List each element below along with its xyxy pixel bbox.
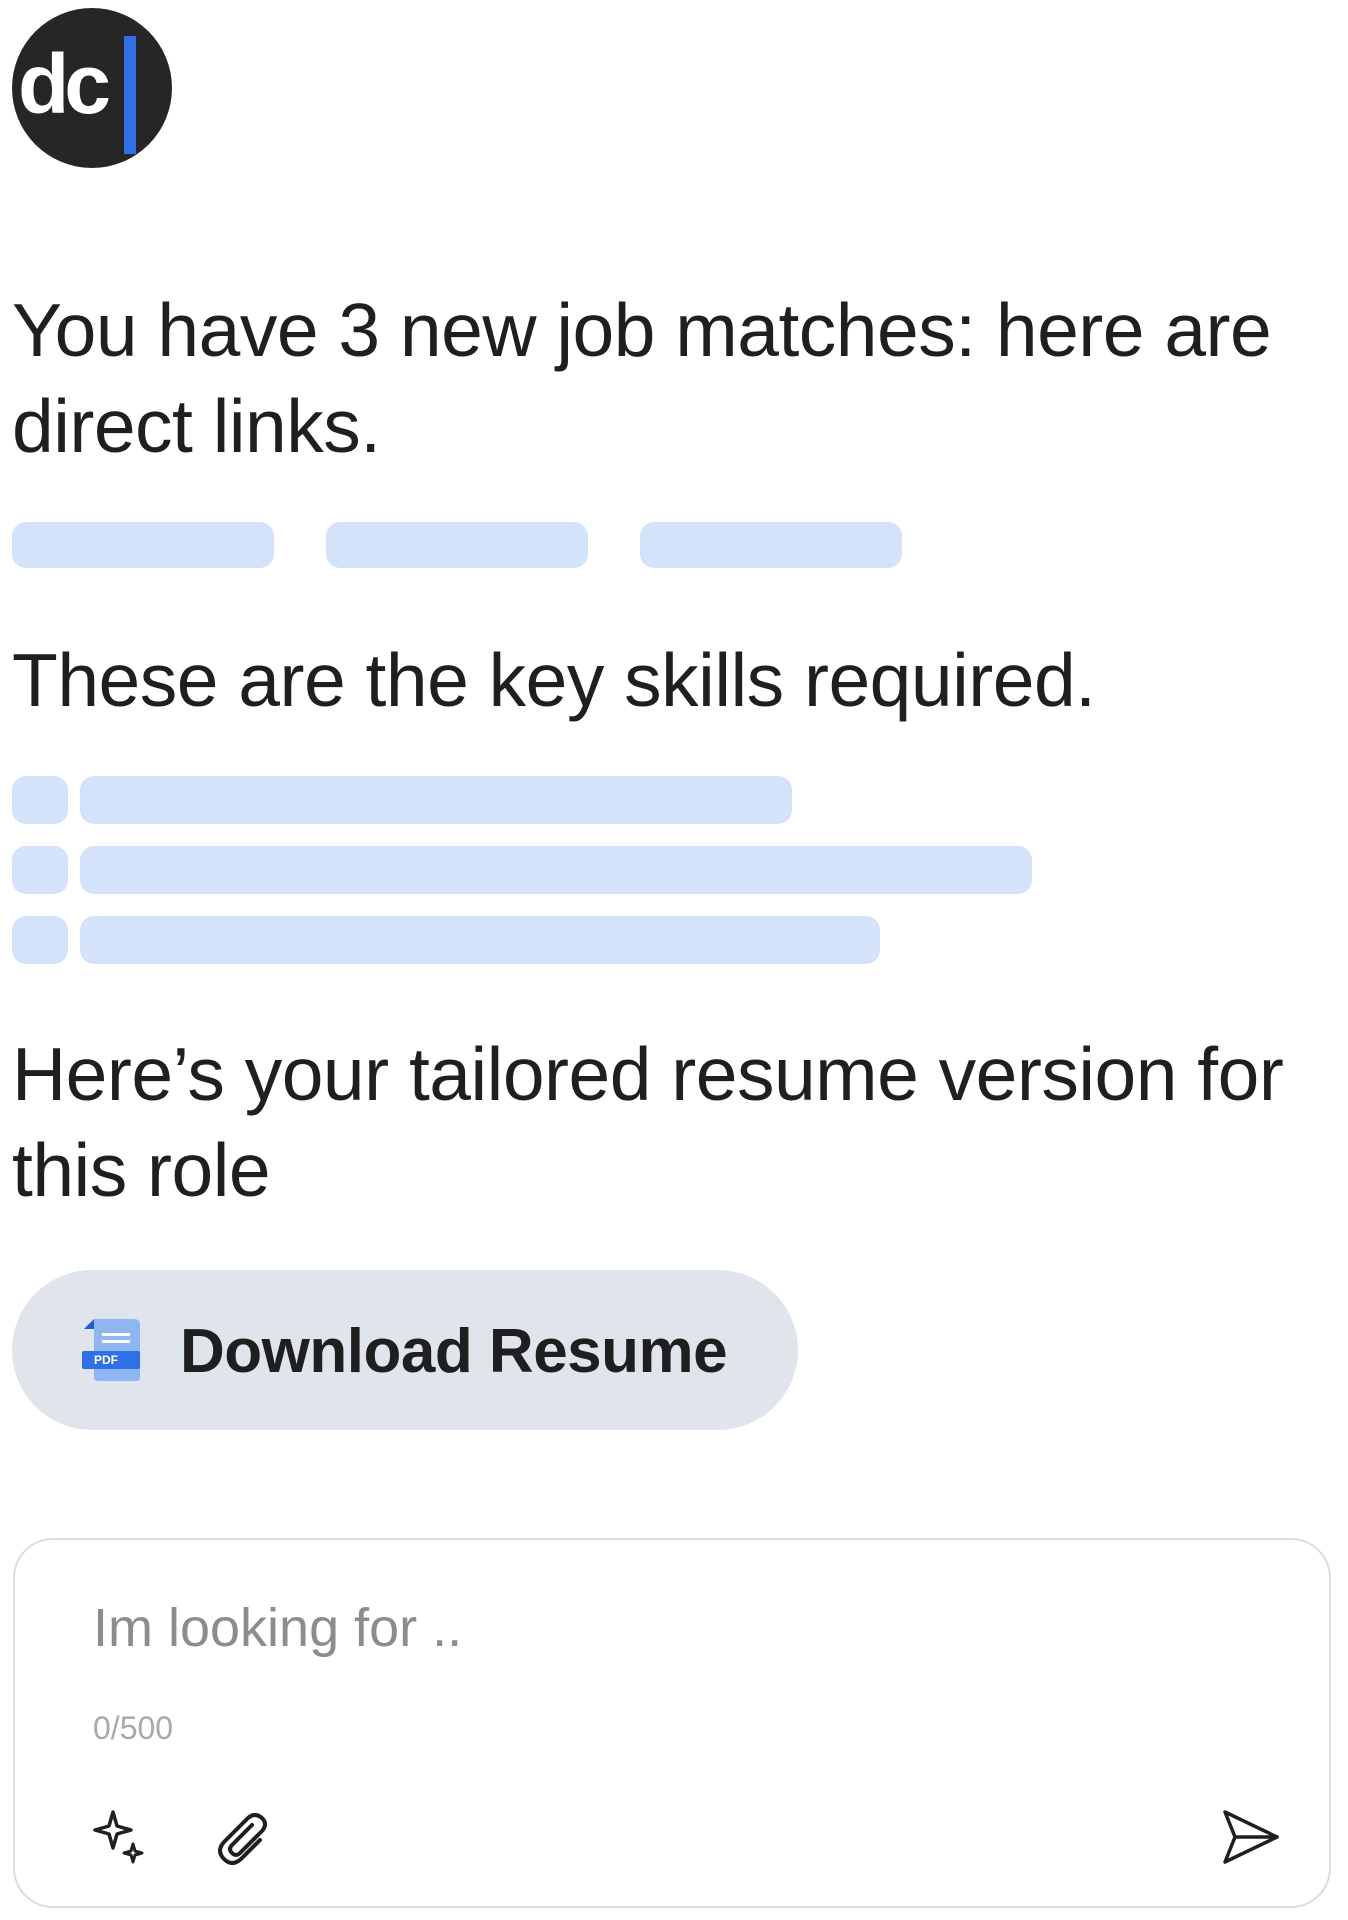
chat-input[interactable]: [93, 1588, 1253, 1668]
skill-line-placeholder: [80, 846, 1032, 894]
skill-bullet-placeholder: [12, 916, 68, 964]
skill-line-placeholder: [80, 776, 792, 824]
skill-bullet-placeholder: [12, 846, 68, 894]
character-counter: 0/500: [93, 1710, 174, 1746]
send-icon: [1223, 1810, 1279, 1864]
send-button[interactable]: [1215, 1802, 1285, 1872]
skill-bullet-placeholder: [12, 776, 68, 824]
skills-message: These are the key skills required.: [12, 638, 1096, 722]
job-matches-message: You have 3 new job matches: here are dir…: [12, 288, 1272, 468]
sparkle-icon: [93, 1810, 144, 1864]
pdf-icon-label: PDF: [94, 1353, 118, 1367]
job-link-placeholder[interactable]: [640, 522, 902, 568]
skill-line-placeholder: [80, 916, 880, 964]
chat-composer: 0/500: [13, 1538, 1331, 1908]
job-link-placeholder[interactable]: [12, 522, 274, 568]
paperclip-icon: [218, 1813, 267, 1865]
attach-button[interactable]: [207, 1802, 277, 1872]
logo-avatar: dc: [12, 8, 172, 168]
download-resume-button[interactable]: PDF Download Resume: [12, 1270, 798, 1430]
sparkle-button[interactable]: [83, 1802, 153, 1872]
download-resume-label: Download Resume: [180, 1317, 728, 1386]
resume-message: Here’s your tailored resume version for …: [12, 1032, 1284, 1212]
job-link-placeholder[interactable]: [326, 522, 588, 568]
pdf-file-icon: PDF: [82, 1319, 140, 1381]
logo-accent-bar: [124, 36, 136, 154]
logo-text: dc: [18, 37, 111, 131]
